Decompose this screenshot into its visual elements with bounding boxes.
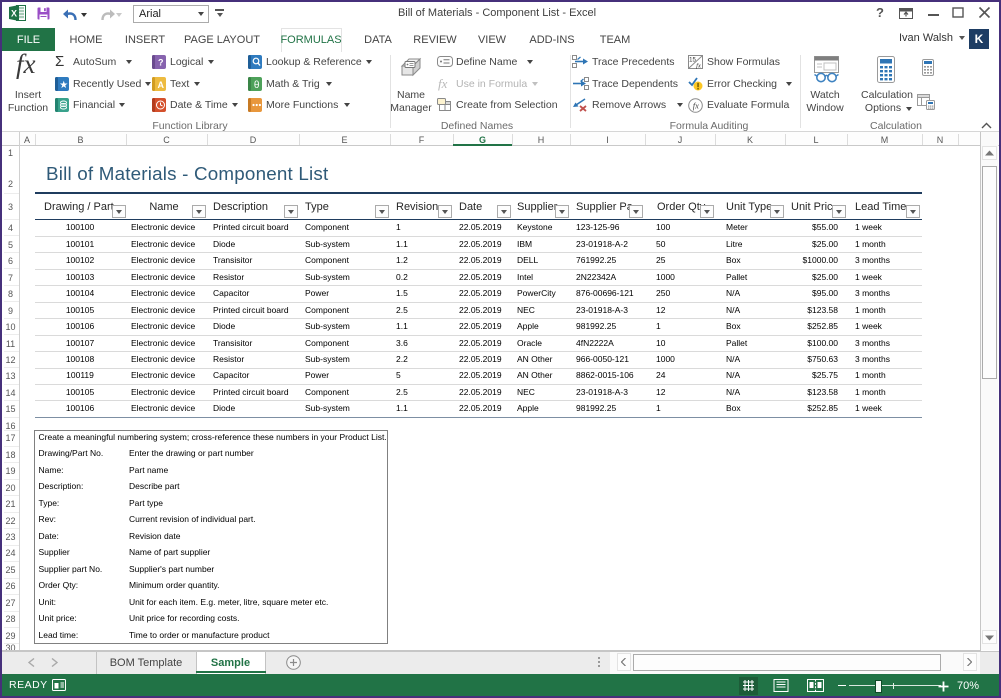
svg-text:★: ★	[59, 80, 68, 91]
svg-text:fx: fx	[696, 63, 701, 70]
svg-text:θ: θ	[254, 80, 260, 91]
svg-text:A: A	[157, 80, 164, 90]
svg-text:fx: fx	[693, 101, 699, 111]
svg-text:?: ?	[158, 58, 164, 68]
svg-text:X: X	[11, 9, 17, 19]
